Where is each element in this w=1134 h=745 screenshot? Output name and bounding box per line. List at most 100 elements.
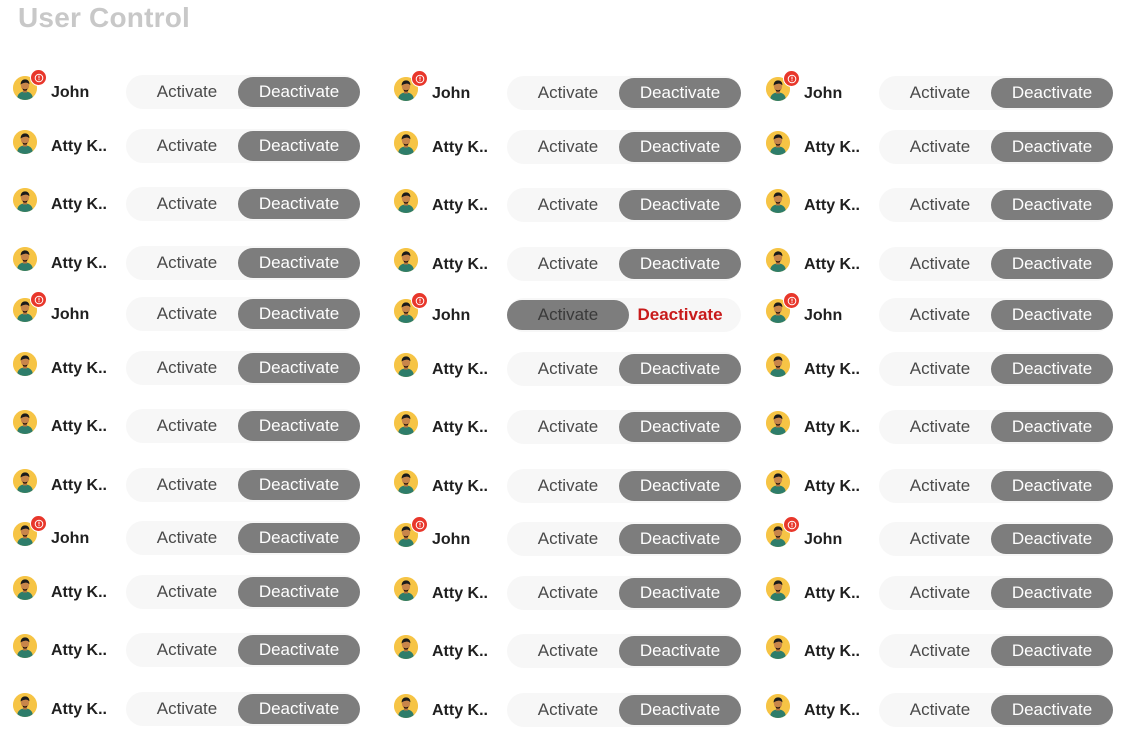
- activate-button[interactable]: Activate: [126, 299, 248, 329]
- activate-button[interactable]: Activate: [507, 132, 629, 162]
- deactivate-button[interactable]: Deactivate: [619, 524, 741, 554]
- deactivate-button[interactable]: Deactivate: [619, 300, 741, 330]
- deactivate-button[interactable]: Deactivate: [991, 412, 1113, 442]
- deactivate-button[interactable]: Deactivate: [238, 131, 360, 161]
- deactivate-button[interactable]: Deactivate: [991, 524, 1113, 554]
- activate-button[interactable]: Activate: [126, 577, 248, 607]
- deactivate-button[interactable]: Deactivate: [238, 470, 360, 500]
- deactivate-button[interactable]: Deactivate: [238, 411, 360, 441]
- activate-button[interactable]: Activate: [126, 248, 248, 278]
- status-toggle: Activate Deactivate: [879, 576, 1113, 610]
- deactivate-button[interactable]: Deactivate: [619, 695, 741, 725]
- deactivate-button[interactable]: Deactivate: [991, 249, 1113, 279]
- user-name: Atty K..: [804, 585, 860, 602]
- status-toggle: Activate Deactivate: [507, 576, 741, 610]
- activate-button[interactable]: Activate: [507, 636, 629, 666]
- deactivate-button[interactable]: Deactivate: [238, 189, 360, 219]
- alert-icon: [30, 515, 47, 532]
- user-row: Atty K.. Activate Deactivate: [13, 468, 363, 503]
- user-row: John Activate Deactivate: [766, 70, 1116, 111]
- activate-button[interactable]: Activate: [126, 635, 248, 665]
- activate-button[interactable]: Activate: [126, 523, 248, 553]
- activate-button[interactable]: Activate: [507, 190, 629, 220]
- activate-button[interactable]: Activate: [126, 411, 248, 441]
- activate-button[interactable]: Activate: [879, 636, 1001, 666]
- deactivate-button[interactable]: Deactivate: [619, 78, 741, 108]
- activate-button[interactable]: Activate: [879, 132, 1001, 162]
- activate-button[interactable]: Activate: [507, 354, 629, 384]
- activate-button[interactable]: Activate: [879, 300, 1001, 330]
- user-name: John: [51, 530, 90, 547]
- alert-icon: [411, 70, 428, 87]
- activate-button[interactable]: Activate: [507, 695, 629, 725]
- user-avatar-icon: [766, 470, 790, 494]
- activate-button[interactable]: Activate: [507, 300, 629, 330]
- status-toggle: Activate Deactivate: [507, 693, 741, 727]
- activate-button[interactable]: Activate: [507, 578, 629, 608]
- user-avatar-icon: [394, 470, 418, 494]
- activate-button[interactable]: Activate: [507, 412, 629, 442]
- deactivate-button[interactable]: Deactivate: [238, 694, 360, 724]
- activate-button[interactable]: Activate: [879, 524, 1001, 554]
- activate-button[interactable]: Activate: [126, 694, 248, 724]
- status-toggle: Activate Deactivate: [507, 247, 741, 281]
- activate-button[interactable]: Activate: [507, 249, 629, 279]
- activate-button[interactable]: Activate: [126, 353, 248, 383]
- activate-button[interactable]: Activate: [507, 78, 629, 108]
- deactivate-button[interactable]: Deactivate: [991, 300, 1113, 330]
- activate-button[interactable]: Activate: [879, 695, 1001, 725]
- activate-button[interactable]: Activate: [126, 470, 248, 500]
- activate-button[interactable]: Activate: [126, 189, 248, 219]
- user-avatar-icon: [394, 577, 418, 601]
- deactivate-button[interactable]: Deactivate: [238, 353, 360, 383]
- activate-button[interactable]: Activate: [879, 471, 1001, 501]
- deactivate-button[interactable]: Deactivate: [619, 249, 741, 279]
- activate-button[interactable]: Activate: [879, 354, 1001, 384]
- deactivate-button[interactable]: Deactivate: [991, 354, 1113, 384]
- deactivate-button[interactable]: Deactivate: [238, 77, 360, 107]
- deactivate-button[interactable]: Deactivate: [619, 354, 741, 384]
- deactivate-button[interactable]: Deactivate: [619, 190, 741, 220]
- activate-button[interactable]: Activate: [126, 77, 248, 107]
- activate-button[interactable]: Activate: [507, 471, 629, 501]
- activate-button[interactable]: Activate: [879, 249, 1001, 279]
- status-toggle: Activate Deactivate: [126, 129, 360, 163]
- user-row: John Activate Deactivate: [394, 70, 744, 111]
- deactivate-button[interactable]: Deactivate: [991, 471, 1113, 501]
- user-name: Atty K..: [51, 642, 107, 659]
- user-row: Atty K.. Activate Deactivate: [394, 130, 744, 165]
- deactivate-button[interactable]: Deactivate: [619, 412, 741, 442]
- deactivate-button[interactable]: Deactivate: [991, 636, 1113, 666]
- user-name: Atty K..: [432, 643, 488, 660]
- deactivate-button[interactable]: Deactivate: [238, 523, 360, 553]
- deactivate-button[interactable]: Deactivate: [619, 636, 741, 666]
- user-name: Atty K..: [432, 419, 488, 436]
- deactivate-button[interactable]: Deactivate: [991, 78, 1113, 108]
- user-name: John: [804, 85, 843, 102]
- activate-button[interactable]: Activate: [879, 190, 1001, 220]
- deactivate-button[interactable]: Deactivate: [991, 578, 1113, 608]
- user-avatar-icon: [394, 189, 418, 213]
- deactivate-button[interactable]: Deactivate: [238, 577, 360, 607]
- user-avatar-icon: [766, 577, 790, 601]
- status-toggle: Activate Deactivate: [879, 130, 1113, 164]
- activate-button[interactable]: Activate: [879, 578, 1001, 608]
- deactivate-button[interactable]: Deactivate: [991, 695, 1113, 725]
- deactivate-button[interactable]: Deactivate: [238, 299, 360, 329]
- user-name: Atty K..: [432, 702, 488, 719]
- deactivate-button[interactable]: Deactivate: [991, 190, 1113, 220]
- deactivate-button[interactable]: Deactivate: [619, 578, 741, 608]
- status-toggle: Activate Deactivate: [507, 130, 741, 164]
- deactivate-button[interactable]: Deactivate: [238, 635, 360, 665]
- deactivate-button[interactable]: Deactivate: [619, 471, 741, 501]
- activate-button[interactable]: Activate: [879, 78, 1001, 108]
- activate-button[interactable]: Activate: [507, 524, 629, 554]
- user-row: Atty K.. Activate Deactivate: [766, 130, 1116, 165]
- user-row: Atty K.. Activate Deactivate: [766, 247, 1116, 282]
- activate-button[interactable]: Activate: [879, 412, 1001, 442]
- activate-button[interactable]: Activate: [126, 131, 248, 161]
- deactivate-button[interactable]: Deactivate: [238, 248, 360, 278]
- deactivate-button[interactable]: Deactivate: [991, 132, 1113, 162]
- status-toggle: Activate Deactivate: [507, 634, 741, 668]
- deactivate-button[interactable]: Deactivate: [619, 132, 741, 162]
